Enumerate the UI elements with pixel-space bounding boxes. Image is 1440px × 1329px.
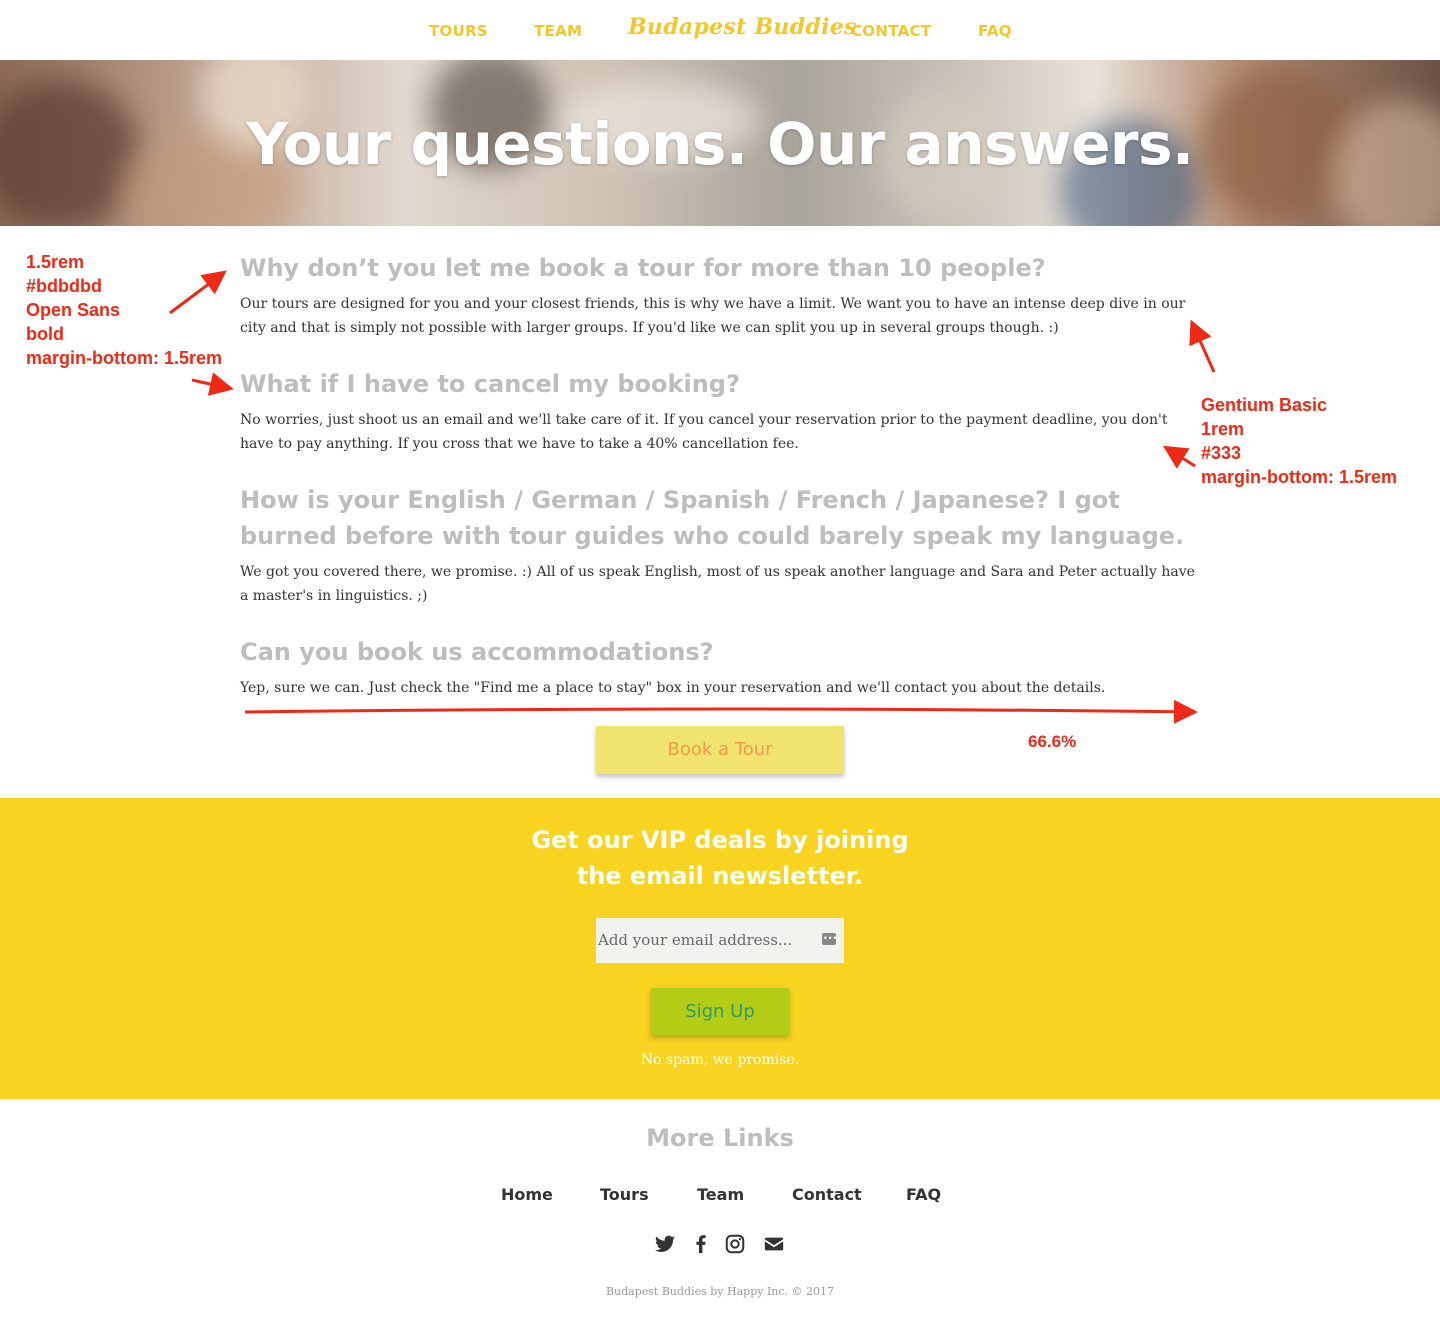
- facebook-icon[interactable]: [690, 1233, 712, 1255]
- top-nav: TOURS TEAM Budapest Buddies CONTACT FAQ: [0, 0, 1440, 60]
- faq-item: How is your English / German / Spanish /…: [240, 482, 1200, 608]
- envelope-icon[interactable]: [763, 1233, 785, 1255]
- email-input[interactable]: Add your email address...: [596, 916, 844, 963]
- annotation-line: #333: [1201, 443, 1242, 463]
- faq-answer: Our tours are designed for you and your …: [240, 296, 1186, 336]
- copyright-text: Budapest Buddies by Happy Inc. © 2017: [605, 1285, 835, 1298]
- autofill-key-icon[interactable]: [822, 916, 837, 961]
- nav-tours[interactable]: TOURS: [429, 22, 488, 40]
- footer-link-faq[interactable]: FAQ: [906, 1185, 941, 1204]
- nav-faq[interactable]: FAQ: [978, 22, 1012, 40]
- more-links-heading: More Links: [646, 1124, 794, 1152]
- footer-link-tours[interactable]: Tours: [600, 1185, 649, 1204]
- faq-question: How is your English / German / Spanish /…: [240, 486, 1185, 550]
- newsletter-title-line: the email newsletter.: [576, 862, 864, 890]
- faq-item: What if I have to cancel my booking? No …: [240, 366, 1200, 456]
- annotation-arrow: [191, 372, 234, 396]
- annotation-arrow: [244, 699, 1198, 724]
- annotation-line: bold: [26, 324, 64, 344]
- nav-team[interactable]: TEAM: [534, 22, 582, 40]
- footer-link-home[interactable]: Home: [501, 1185, 553, 1204]
- faq-question: Can you book us accommodations?: [240, 638, 714, 666]
- sign-up-button[interactable]: Sign Up: [651, 988, 789, 1035]
- faq-question: Why don’t you let me book a tour for mor…: [240, 254, 1046, 282]
- book-tour-button[interactable]: Book a Tour: [596, 726, 844, 774]
- footer-link-contact[interactable]: Contact: [792, 1185, 862, 1204]
- body-spec-annotation: Gentium Basic 1rem #333 margin-bottom: 1…: [1201, 393, 1397, 489]
- email-placeholder: Add your email address...: [598, 931, 793, 949]
- faq-answer: Yep, sure we can. Just check the "Find m…: [240, 680, 1106, 696]
- annotation-line: 1.5rem: [26, 252, 85, 272]
- footer-link-team[interactable]: Team: [697, 1185, 744, 1204]
- annotation-line: Open Sans: [26, 300, 121, 320]
- faq-question: What if I have to cancel my booking?: [240, 370, 740, 398]
- faq-answer: We got you covered there, we promise. :)…: [240, 564, 1195, 604]
- no-spam-note: No spam, we promise.: [640, 1052, 800, 1068]
- faq-answer: No worries, just shoot us an email and w…: [240, 412, 1168, 452]
- site-logo[interactable]: Budapest Buddies: [628, 14, 857, 40]
- nav-contact[interactable]: CONTACT: [851, 22, 931, 40]
- annotation-line: margin-bottom: 1.5rem: [1201, 467, 1398, 487]
- annotation-line: #bdbdbd: [26, 276, 102, 296]
- heading-spec-annotation: 1.5rem #bdbdbd Open Sans bold margin-bot…: [26, 250, 222, 370]
- annotation-line: Gentium Basic: [1201, 395, 1328, 415]
- newsletter-title: Get our VIP deals by joining the email n…: [0, 822, 1440, 894]
- annotation-line: margin-bottom: 1.5rem: [26, 348, 223, 368]
- faq-item: Why don’t you let me book a tour for mor…: [240, 250, 1200, 340]
- newsletter-title-line: Get our VIP deals by joining: [531, 826, 909, 854]
- twitter-icon[interactable]: [654, 1233, 676, 1255]
- faq-item: Can you book us accommodations? Yep, sur…: [240, 634, 1200, 700]
- instagram-icon[interactable]: [724, 1233, 746, 1255]
- width-spec-annotation: 66.6%: [1028, 732, 1077, 751]
- newsletter-section: Get our VIP deals by joining the email n…: [0, 798, 1440, 1099]
- annotation-line: 1rem: [1201, 419, 1245, 439]
- hero-title: Your questions. Our answers.: [246, 110, 1194, 178]
- hero-banner: Your questions. Our answers.: [0, 60, 1440, 226]
